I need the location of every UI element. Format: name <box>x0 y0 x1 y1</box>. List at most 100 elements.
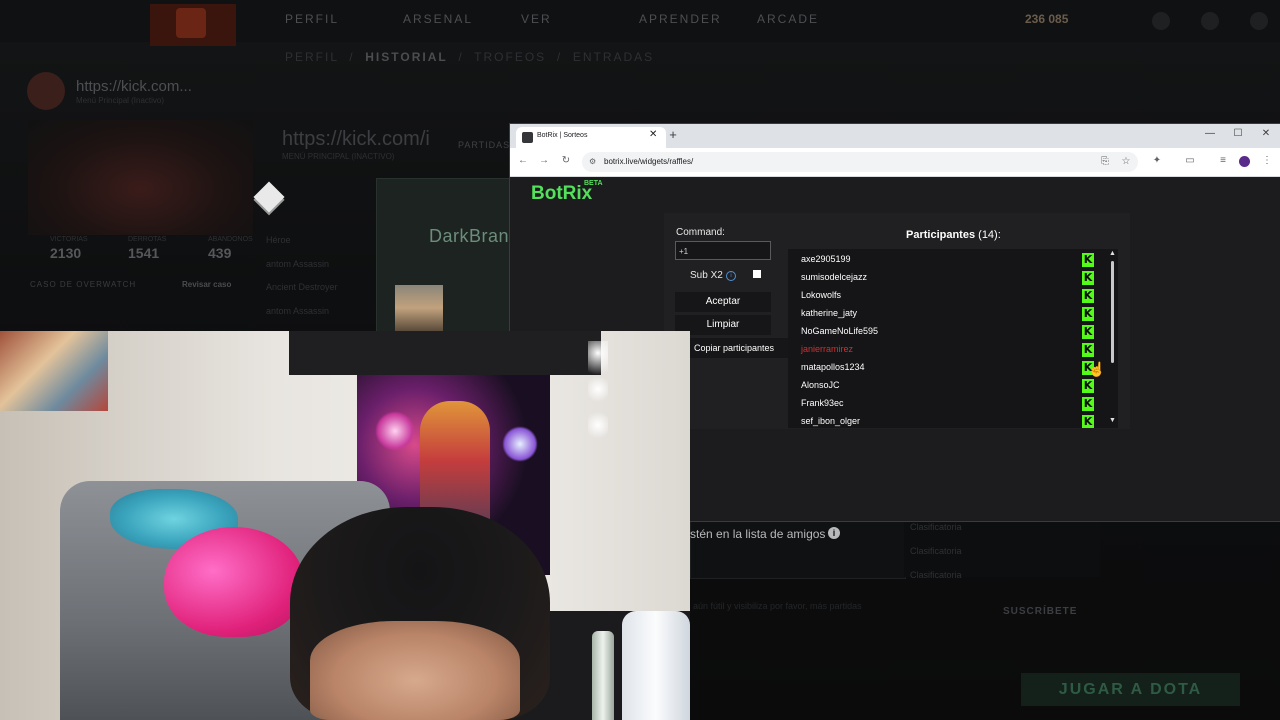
review-case-button[interactable]: Revisar caso <box>182 280 231 289</box>
site-info-icon[interactable]: ⚙ <box>589 157 596 166</box>
list-item[interactable]: AlonsoJC K <box>788 377 1098 395</box>
media-icon[interactable]: ≡ <box>1216 155 1230 166</box>
kick-logo-icon: K <box>1082 289 1094 303</box>
ranked-item: Clasificatoria <box>910 522 962 532</box>
info-icon[interactable]: i <box>726 271 736 281</box>
list-item[interactable]: katherine_jaty K <box>788 305 1098 323</box>
browser-toolbar: ← → ↻ ⚙ botrix.live/widgets/raffles/ ⎘ ☆… <box>510 148 1280 177</box>
dota-settings-icon[interactable] <box>1201 12 1219 30</box>
subnav-historial[interactable]: HISTORIAL <box>365 50 447 64</box>
kick-logo-icon: K <box>1082 253 1094 267</box>
list-item[interactable]: sef_ibon_olger K <box>788 413 1098 428</box>
list-item[interactable]: axe2905199 K <box>788 251 1098 269</box>
kick-logo-icon: K <box>1082 343 1094 357</box>
webcam-streamer-face <box>310 621 520 720</box>
profile-avatar-icon[interactable] <box>1239 156 1250 167</box>
dota-logo-icon[interactable] <box>176 8 206 38</box>
url-text[interactable]: botrix.live/widgets/raffles/ <box>604 157 693 166</box>
tab-botrix[interactable]: BotRix | Sorteos ✕ <box>516 127 666 148</box>
command-label: Command: <box>676 227 725 238</box>
subscribe-button[interactable]: SUSCRÍBETE <box>1003 606 1077 617</box>
participants-title: Participantes (14): <box>906 229 1001 241</box>
darkbrand-thumbnail <box>395 285 443 331</box>
participants-list[interactable]: axe2905199 K sumisodelcejazz K Lokowolfs… <box>788 249 1118 428</box>
play-dota-button[interactable]: JUGAR A DOTA <box>1021 673 1240 706</box>
extensions-icon[interactable]: ✦ <box>1150 155 1164 166</box>
webcam-shelf <box>289 331 601 375</box>
list-item[interactable]: NoGameNoLife595 K <box>788 323 1098 341</box>
avatar[interactable] <box>27 72 65 110</box>
dota-friends-icon[interactable] <box>1152 12 1170 30</box>
list-item[interactable]: sumisodelcejazz K <box>788 269 1098 287</box>
tab-strip: BotRix | Sorteos ✕ + — ☐ ✕ <box>510 124 1280 148</box>
back-icon[interactable]: ← <box>516 155 530 166</box>
copy-participants-button[interactable]: Copiar participantes <box>675 338 793 358</box>
participants-title-text: Participantes <box>906 229 976 241</box>
kick-logo-icon: K <box>1082 415 1094 428</box>
translate-icon[interactable]: ⎘ <box>1098 156 1112 167</box>
cast-icon[interactable]: ▭ <box>1183 155 1197 166</box>
raffle-card: Command: +1 Sub X2 i Aceptar Limpiar Cop… <box>664 213 1130 429</box>
dota-nav-arcade[interactable]: ARCADE <box>757 12 875 26</box>
participant-name: NoGameNoLife595 <box>801 326 879 336</box>
webcam-heart-pillow <box>164 527 304 637</box>
kick-logo-icon: K <box>1082 379 1094 393</box>
dota-nav-aprender[interactable]: APRENDER <box>639 12 757 26</box>
address-bar[interactable]: ⚙ botrix.live/widgets/raffles/ ⎘ ☆ <box>582 152 1138 172</box>
dota-currency: 236 085 <box>1025 12 1069 26</box>
bookmark-star-icon[interactable]: ☆ <box>1119 156 1133 167</box>
hero-portrait <box>28 120 253 235</box>
list-item[interactable]: matapollos1234 K <box>788 359 1098 377</box>
stat-label: ABANDONOS <box>208 236 253 243</box>
info-icon[interactable]: i <box>828 527 840 539</box>
mouse-pointer-icon: ☝ <box>1088 361 1106 377</box>
minimize-button[interactable]: — <box>1202 128 1218 139</box>
stat-value: 1541 <box>128 245 160 261</box>
menu-icon[interactable]: ⋮ <box>1260 155 1274 166</box>
sub-x2-checkbox[interactable] <box>753 270 761 278</box>
subnav-perfil[interactable]: PERFIL <box>285 50 339 64</box>
close-tab-icon[interactable]: ✕ <box>649 129 657 140</box>
webcam-poster-orb <box>375 411 415 451</box>
scrollbar-thumb[interactable] <box>1111 261 1114 363</box>
dota-nav-ver[interactable]: VER <box>521 12 639 26</box>
participant-name: axe2905199 <box>801 254 851 264</box>
match-row[interactable]: antom Assassin <box>266 259 329 269</box>
maximize-button[interactable]: ☐ <box>1230 128 1246 139</box>
beta-badge: BETA <box>584 180 603 187</box>
dota-nav-arsenal[interactable]: ARSENAL <box>403 12 521 26</box>
ranked-item: Clasificatoria <box>910 546 962 556</box>
scroll-up-icon[interactable]: ▲ <box>1109 250 1116 257</box>
kick-logo-icon: K <box>1082 307 1094 321</box>
webcam-feed <box>0 331 690 720</box>
list-item[interactable]: Lokowolfs K <box>788 287 1098 305</box>
new-tab-button[interactable]: + <box>664 127 682 142</box>
match-row[interactable]: antom Assassin <box>266 306 329 316</box>
reload-icon[interactable]: ↻ <box>559 155 573 166</box>
scroll-down-icon[interactable]: ▼ <box>1109 417 1116 424</box>
kick-logo-icon: K <box>1082 271 1094 285</box>
faint-caption: aún fútil y visibiliza por favor, más pa… <box>693 601 862 611</box>
match-row[interactable]: Ancient Destroyer <box>266 282 338 292</box>
dota-power-icon[interactable] <box>1250 12 1268 30</box>
webcam-bottle <box>592 631 614 720</box>
subnav-entradas[interactable]: ENTRADAS <box>573 50 654 64</box>
command-input[interactable]: +1 <box>675 241 771 260</box>
webcam-string-lights <box>588 341 608 461</box>
stat-label: DERROTAS <box>128 236 167 243</box>
winner-name: janierramirez <box>801 344 854 354</box>
list-item-winner[interactable]: janierramirez K <box>788 341 1098 359</box>
close-window-button[interactable]: ✕ <box>1258 128 1274 139</box>
dota-nav-perfil[interactable]: PERFIL <box>285 12 403 26</box>
webcam-jug <box>622 611 690 720</box>
darkbrand-name: DarkBran <box>429 226 510 246</box>
subnav-trofeos[interactable]: TROFEOS <box>474 50 546 64</box>
partidas-label: PARTIDAS <box>458 140 511 150</box>
kick-logo-icon: K <box>1082 397 1094 411</box>
accept-button[interactable]: Aceptar <box>675 292 771 312</box>
participant-name: Lokowolfs <box>801 290 842 300</box>
forward-icon[interactable]: → <box>537 155 551 166</box>
tab-title: BotRix | Sorteos <box>537 132 588 139</box>
stat-value: 2130 <box>50 245 82 261</box>
list-item[interactable]: Frank93ec K <box>788 395 1098 413</box>
